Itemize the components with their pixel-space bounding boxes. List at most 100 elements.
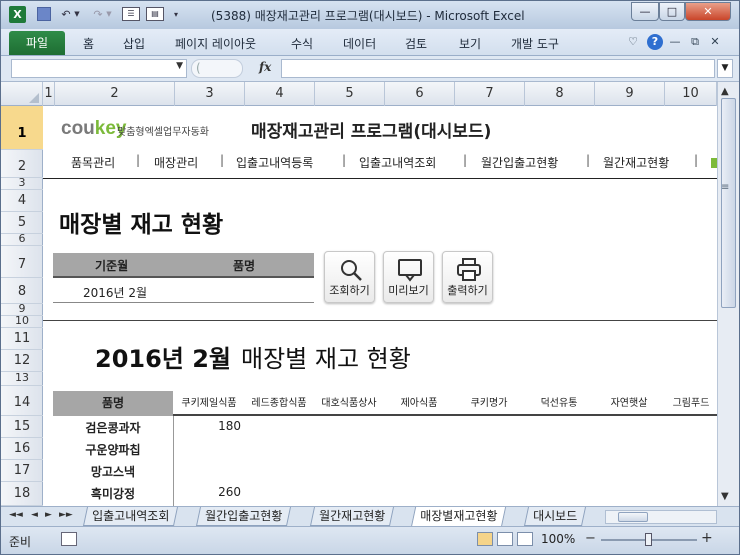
filter-item-value[interactable]: [223, 284, 303, 300]
first-sheet-icon[interactable]: ◄◄: [9, 510, 23, 520]
nav-item-register[interactable]: 입출고내역등록: [236, 154, 313, 171]
tab-formulas[interactable]: 수식: [291, 35, 313, 52]
scroll-up-icon[interactable]: ▲: [721, 86, 729, 97]
horizontal-scrollbar-thumb[interactable]: [618, 512, 648, 522]
column-header[interactable]: 8: [525, 82, 595, 106]
row-header[interactable]: 10: [1, 315, 43, 328]
row-header[interactable]: 4: [1, 190, 43, 212]
row-header[interactable]: 15: [1, 416, 43, 438]
tab-file[interactable]: 파일: [9, 31, 65, 55]
table-row: 검은콩과자 180: [53, 416, 717, 438]
tab-developer[interactable]: 개발 도구: [511, 35, 559, 52]
undo-icon[interactable]: ↶: [59, 6, 73, 23]
horizontal-scrollbar[interactable]: [605, 510, 717, 524]
column-header[interactable]: 7: [455, 82, 525, 106]
nav-item-monthly-io[interactable]: 월간입출고현황: [481, 154, 558, 171]
sheet-tab[interactable]: 대시보드: [523, 507, 587, 526]
save-icon[interactable]: [37, 7, 51, 21]
minimize-button[interactable]: —: [631, 2, 659, 21]
column-header[interactable]: 2: [55, 82, 175, 106]
row-header[interactable]: 3: [1, 177, 43, 190]
column-header[interactable]: 10: [665, 82, 717, 106]
row-header[interactable]: 1: [1, 106, 43, 150]
minimize-workbook-icon[interactable]: —: [669, 34, 681, 50]
page-break-view-icon[interactable]: [517, 532, 533, 546]
tab-review[interactable]: 검토: [405, 35, 427, 52]
column-header[interactable]: 4: [245, 82, 315, 106]
name-box-dropdown-icon[interactable]: ▼: [176, 61, 183, 71]
stock-cell[interactable]: 180: [175, 419, 241, 433]
undo-dropdown-icon[interactable]: ▼: [73, 6, 81, 23]
row-header[interactable]: 8: [1, 278, 43, 304]
row-header[interactable]: 11: [1, 328, 43, 350]
item-name-cell[interactable]: 구운양파칩: [53, 441, 173, 458]
row-header[interactable]: 7: [1, 246, 43, 278]
row-header[interactable]: 2: [1, 150, 43, 178]
sheet-tab[interactable]: 입출고내역조회: [82, 507, 179, 526]
column-header[interactable]: 1: [43, 82, 55, 106]
macro-record-icon[interactable]: [61, 532, 77, 546]
next-sheet-icon[interactable]: ►: [45, 510, 52, 520]
row-header[interactable]: 12: [1, 350, 43, 372]
nav-item-inquiry[interactable]: 입출고내역조회: [359, 154, 436, 171]
print-button[interactable]: 출력하기: [442, 251, 493, 303]
redo-dropdown-icon[interactable]: ▼: [105, 6, 113, 23]
prev-sheet-icon[interactable]: ◄: [31, 510, 38, 520]
nav-item-items[interactable]: 품목관리: [71, 154, 115, 171]
item-name-cell[interactable]: 흑미강정: [53, 485, 173, 502]
stock-cell[interactable]: 260: [175, 485, 241, 499]
row-header[interactable]: 6: [1, 233, 43, 246]
tab-home[interactable]: 홈: [83, 35, 94, 52]
help-icon[interactable]: ?: [647, 34, 663, 50]
zoom-in-icon[interactable]: +: [701, 530, 713, 546]
search-button[interactable]: 조회하기: [324, 251, 375, 303]
zoom-out-icon[interactable]: −: [585, 531, 596, 546]
redo-icon[interactable]: ↷: [91, 6, 105, 23]
row-header[interactable]: 18: [1, 482, 43, 506]
row-header[interactable]: 14: [1, 386, 43, 416]
print-preview-icon[interactable]: ▤: [146, 7, 164, 21]
insert-function-icon[interactable]: fx: [259, 60, 271, 74]
sheet-tab-active[interactable]: 매장별재고현황: [410, 507, 507, 527]
nav-item-monthly-stock[interactable]: 월간재고현황: [603, 154, 669, 171]
tab-page-layout[interactable]: 페이지 레이아웃: [175, 35, 256, 52]
page-layout-view-icon[interactable]: [497, 532, 513, 546]
customize-icon[interactable]: ▾: [171, 6, 181, 23]
maximize-button[interactable]: □: [659, 2, 685, 21]
column-header[interactable]: 3: [175, 82, 245, 106]
tab-data[interactable]: 데이터: [343, 35, 376, 52]
item-name-cell[interactable]: 검은콩과자: [53, 419, 173, 436]
excel-app-icon[interactable]: X: [9, 6, 26, 23]
column-header[interactable]: 9: [595, 82, 665, 106]
last-sheet-icon[interactable]: ►►: [59, 510, 73, 520]
tab-view[interactable]: 보기: [459, 35, 481, 52]
form-icon[interactable]: ☰: [122, 7, 140, 21]
sheet-tab[interactable]: 월간입출고현황: [195, 507, 292, 526]
scrollbar-thumb[interactable]: [721, 98, 736, 308]
normal-view-icon[interactable]: [477, 532, 493, 546]
name-box[interactable]: ▼: [11, 59, 187, 78]
restore-workbook-icon[interactable]: ⧉: [689, 34, 701, 50]
row-header[interactable]: 5: [1, 212, 43, 234]
sheet-tab[interactable]: 월간재고현황: [309, 507, 395, 526]
select-all-corner[interactable]: [1, 82, 43, 106]
row-header[interactable]: 16: [1, 438, 43, 460]
close-workbook-icon[interactable]: ✕: [709, 34, 721, 50]
item-name-cell[interactable]: 망고스낵: [53, 463, 173, 480]
zoom-level[interactable]: 100%: [541, 532, 575, 546]
tab-insert[interactable]: 삽입: [123, 35, 145, 52]
row-header[interactable]: 13: [1, 372, 43, 386]
scroll-down-icon[interactable]: ▼: [721, 491, 729, 502]
column-header[interactable]: 5: [315, 82, 385, 106]
preview-button[interactable]: 미리보기: [383, 251, 434, 303]
collapse-ribbon-icon[interactable]: ♡: [627, 34, 639, 50]
close-button[interactable]: ✕: [685, 2, 731, 21]
vertical-scrollbar[interactable]: ▲ ≡ ▼: [717, 82, 739, 506]
row-header[interactable]: 17: [1, 460, 43, 482]
nav-item-stores[interactable]: 매장관리: [154, 154, 198, 171]
filter-month-value[interactable]: 2016년 2월: [83, 284, 147, 301]
column-header[interactable]: 6: [385, 82, 455, 106]
expand-formula-bar-icon[interactable]: ▼: [717, 59, 733, 78]
zoom-slider-thumb[interactable]: [645, 533, 652, 546]
formula-input[interactable]: [281, 59, 715, 78]
